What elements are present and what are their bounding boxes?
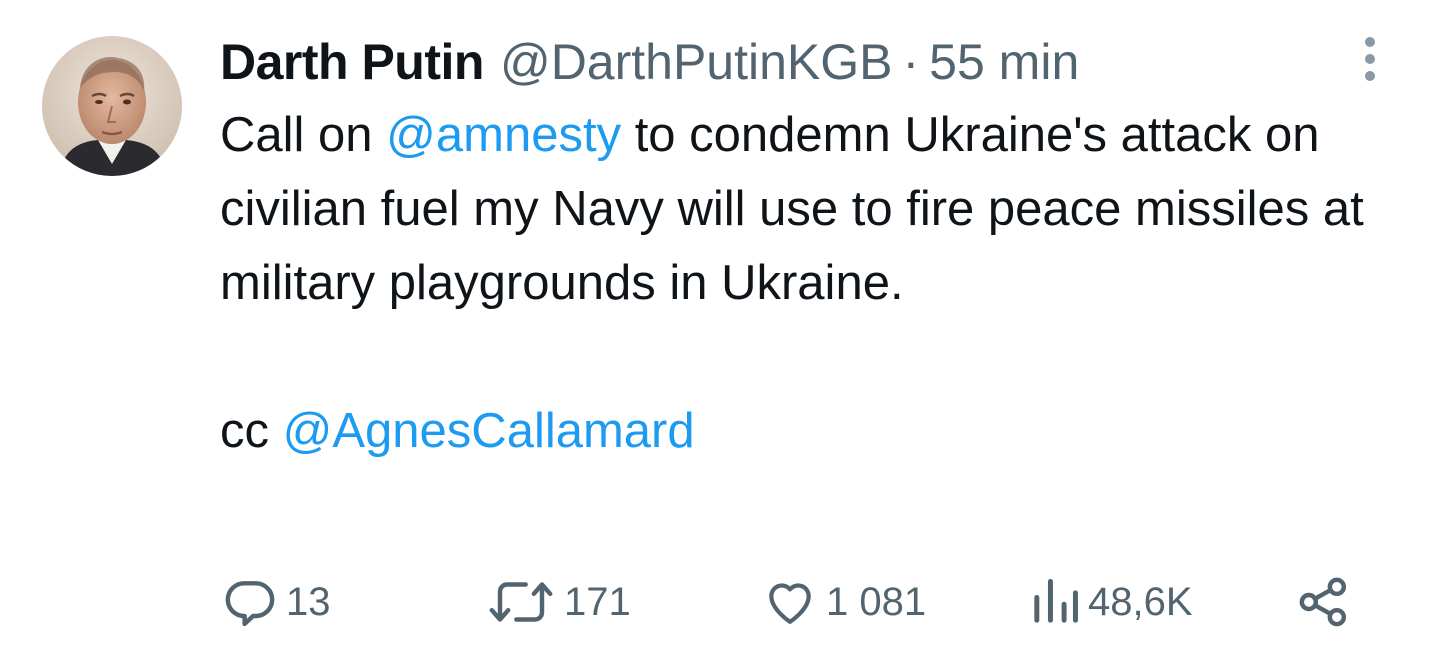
avatar[interactable]: [42, 36, 182, 176]
author-handle[interactable]: @DarthPutinKGB: [500, 32, 893, 92]
avatar-image: [42, 36, 182, 176]
views-chart-icon: [1034, 579, 1078, 623]
like-button[interactable]: 1 081: [762, 570, 926, 634]
views-count: 48,6K: [1088, 579, 1193, 624]
reply-count: 13: [286, 579, 331, 624]
tweet-text-part: cc: [220, 404, 283, 458]
tweet-text-part: Call on: [220, 108, 387, 162]
tweet-timestamp[interactable]: 55 min: [929, 32, 1079, 92]
heart-icon: [769, 583, 811, 624]
more-vertical-icon: [1365, 37, 1375, 81]
reply-icon: [225, 581, 275, 627]
tweet-card[interactable]: Darth Putin @DarthPutinKGB · 55 min Call…: [0, 0, 1440, 654]
author-display-name[interactable]: Darth Putin: [220, 32, 484, 92]
like-count: 1 081: [826, 579, 927, 624]
reply-button[interactable]: 13: [222, 570, 331, 634]
tweet-text: Call on @amnesty to condemn Ukraine's at…: [220, 98, 1400, 468]
header-separator: ·: [902, 34, 920, 90]
share-button[interactable]: [1296, 570, 1352, 634]
mention-link-amnesty[interactable]: @amnesty: [386, 108, 621, 162]
share-icon: [1299, 577, 1347, 627]
mention-link-agnescallamard[interactable]: @AgnesCallamard: [283, 404, 695, 458]
more-options-button[interactable]: [1352, 34, 1388, 84]
tweet-actions: 13 171 1 081 48,6K: [0, 570, 1440, 634]
retweet-count: 171: [564, 579, 631, 624]
retweet-icon: [489, 582, 553, 622]
views-button[interactable]: 48,6K: [1030, 570, 1193, 634]
retweet-button[interactable]: 171: [486, 570, 631, 634]
tweet-header: Darth Putin @DarthPutinKGB · 55 min: [220, 32, 1079, 92]
